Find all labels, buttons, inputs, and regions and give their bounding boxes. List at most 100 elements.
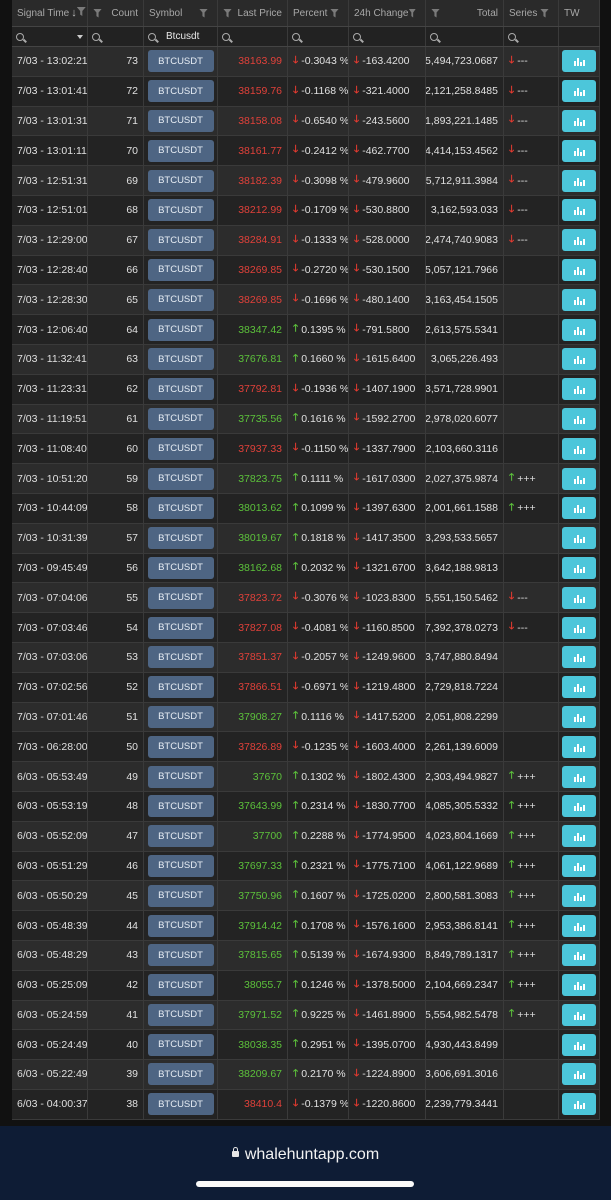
filter-icon[interactable] (76, 7, 86, 16)
filter-icon[interactable] (93, 8, 102, 18)
table-row[interactable]: 7/03 - 12:51:31 69 BTCUSDT 38182.39 🡓 -0.3098… (12, 166, 600, 196)
count-filter-input[interactable] (88, 27, 144, 46)
symbol-button[interactable]: BTCUSDT (147, 884, 214, 907)
series-filter-input[interactable] (504, 27, 559, 46)
table-row[interactable]: 7/03 - 10:31:39 57 BTCUSDT 38019.67 🡑 0.1818 … (12, 523, 600, 554)
symbol-button[interactable]: BTCUSDT (147, 437, 214, 460)
col-series[interactable]: Series (504, 0, 559, 26)
table-row[interactable]: 7/03 - 06:28:00 50 BTCUSDT 37826.89 🡓 -0.1235… (12, 732, 600, 763)
tw-chart-button[interactable] (562, 139, 596, 162)
tw-chart-button[interactable] (562, 974, 596, 997)
tw-chart-button[interactable] (562, 80, 596, 103)
symbol-button[interactable]: BTCUSDT (147, 586, 214, 609)
filter-icon[interactable] (223, 8, 232, 18)
symbol-button[interactable]: BTCUSDT (147, 169, 214, 192)
filter-icon[interactable] (408, 8, 416, 18)
table-row[interactable]: 7/03 - 07:03:46 54 BTCUSDT 37827.08 🡓 -0.4081… (12, 613, 600, 643)
table-row[interactable]: 6/03 - 05:50:29 45 BTCUSDT 37750.96 🡑 0.1607 … (12, 881, 600, 912)
symbol-button[interactable]: BTCUSDT (147, 795, 214, 818)
symbol-button[interactable]: BTCUSDT (147, 646, 214, 669)
address-url[interactable]: whalehuntapp.com (0, 1146, 611, 1164)
tw-chart-button[interactable] (562, 258, 596, 281)
symbol-button[interactable]: BTCUSDT (147, 407, 214, 430)
tw-chart-button[interactable] (562, 348, 596, 371)
symbol-button[interactable]: BTCUSDT (147, 378, 214, 401)
symbol-button[interactable]: BTCUSDT (147, 556, 214, 579)
symbol-button[interactable]: BTCUSDT (147, 676, 214, 699)
tw-chart-button[interactable] (562, 109, 596, 132)
tw-chart-button[interactable] (562, 735, 596, 758)
tw-chart-button[interactable] (562, 1063, 596, 1086)
symbol-button[interactable]: BTCUSDT (147, 705, 214, 728)
filter-icon[interactable] (330, 8, 339, 18)
col-signal-time[interactable]: Signal Time ↓ (12, 0, 88, 26)
filter-icon[interactable] (431, 8, 440, 18)
symbol-button[interactable]: BTCUSDT (147, 497, 214, 520)
symbol-button[interactable]: BTCUSDT (147, 109, 214, 132)
sort-down-icon[interactable]: ↓ (71, 7, 77, 19)
table-row[interactable]: 6/03 - 05:51:29 46 BTCUSDT 37697.33 🡑 0.2321 … (12, 851, 600, 882)
symbol-button[interactable]: BTCUSDT (147, 318, 214, 341)
symbol-filter-input[interactable]: Btcusdt (144, 27, 218, 46)
col-total[interactable]: Total (426, 0, 504, 26)
tw-chart-button[interactable] (562, 854, 596, 877)
filter-icon[interactable] (199, 8, 208, 18)
symbol-button[interactable]: BTCUSDT (147, 765, 214, 788)
table-row[interactable]: 7/03 - 12:28:40 66 BTCUSDT 38269.85 🡓 -0.2720… (12, 255, 600, 286)
tw-chart-button[interactable] (562, 705, 596, 728)
table-row[interactable]: 7/03 - 12:29:00 67 BTCUSDT 38284.91 🡓 -0.1333… (12, 225, 600, 256)
tw-chart-button[interactable] (562, 646, 596, 669)
table-row[interactable]: 7/03 - 12:28:30 65 BTCUSDT 38269.85 🡓 -0.1696… (12, 285, 600, 316)
tw-chart-button[interactable] (562, 318, 596, 341)
symbol-button[interactable]: BTCUSDT (147, 616, 214, 639)
table-row[interactable]: 7/03 - 07:01:46 51 BTCUSDT 37908.27 🡑 0.1116 … (12, 702, 600, 733)
tw-chart-button[interactable] (562, 288, 596, 311)
tw-chart-button[interactable] (562, 437, 596, 460)
table-row[interactable]: 7/03 - 10:44:09 58 BTCUSDT 38013.62 🡑 0.1099 … (12, 493, 600, 524)
total-filter-input[interactable] (426, 27, 504, 46)
symbol-button[interactable]: BTCUSDT (147, 1063, 214, 1086)
col-24h-change[interactable]: 24h Change (349, 0, 426, 26)
symbol-button[interactable]: BTCUSDT (147, 50, 214, 73)
col-last-price[interactable]: Last Price (218, 0, 288, 26)
table-row[interactable]: 6/03 - 04:00:37 38 BTCUSDT 38410.4 🡓 -0.1379 … (12, 1089, 600, 1120)
change-filter-input[interactable] (349, 27, 426, 46)
symbol-button[interactable]: BTCUSDT (147, 527, 214, 550)
tw-chart-button[interactable] (562, 199, 596, 222)
table-row[interactable]: 7/03 - 13:02:21 73 BTCUSDT 38163.99 🡓 -0.3043… (12, 47, 600, 77)
col-count[interactable]: Count (88, 0, 144, 26)
tw-chart-button[interactable] (562, 825, 596, 848)
tw-chart-button[interactable] (562, 1003, 596, 1026)
tw-chart-button[interactable] (562, 586, 596, 609)
table-row[interactable]: 7/03 - 07:03:06 53 BTCUSDT 37851.37 🡓 -0.2057… (12, 642, 600, 673)
symbol-button[interactable]: BTCUSDT (147, 139, 214, 162)
symbol-button[interactable]: BTCUSDT (147, 944, 214, 967)
table-row[interactable]: 7/03 - 13:01:31 71 BTCUSDT 38158.08 🡓 -0.6540… (12, 106, 600, 137)
tw-chart-button[interactable] (562, 944, 596, 967)
table-row[interactable]: 6/03 - 05:53:49 49 BTCUSDT 37670 🡑 0.1302 % 🡓 -… (12, 762, 600, 792)
percent-filter-input[interactable] (288, 27, 349, 46)
symbol-button[interactable]: BTCUSDT (147, 735, 214, 758)
tw-chart-button[interactable] (562, 556, 596, 579)
tw-chart-button[interactable] (562, 1093, 596, 1116)
col-percent[interactable]: Percent (288, 0, 349, 26)
symbol-button[interactable]: BTCUSDT (147, 914, 214, 937)
price-filter-input[interactable] (218, 27, 288, 46)
signal-time-filter-select[interactable] (12, 27, 88, 46)
tw-chart-button[interactable] (562, 765, 596, 788)
symbol-button[interactable]: BTCUSDT (147, 80, 214, 103)
table-row[interactable]: 6/03 - 05:25:09 42 BTCUSDT 38055.7 🡑 0.1246 %… (12, 970, 600, 1001)
tw-chart-button[interactable] (562, 884, 596, 907)
table-row[interactable]: 6/03 - 05:24:59 41 BTCUSDT 37971.52 🡑 0.9225 … (12, 1000, 600, 1031)
table-row[interactable]: 7/03 - 12:06:40 64 BTCUSDT 38347.42 🡑 0.1395 … (12, 315, 600, 345)
table-row[interactable]: 6/03 - 05:22:49 39 BTCUSDT 38209.67 🡑 0.2170 … (12, 1060, 600, 1090)
symbol-button[interactable]: BTCUSDT (147, 825, 214, 848)
table-row[interactable]: 7/03 - 12:51:01 68 BTCUSDT 38212.99 🡓 -0.1709… (12, 195, 600, 226)
symbol-button[interactable]: BTCUSDT (147, 974, 214, 997)
table-row[interactable]: 7/03 - 11:08:40 60 BTCUSDT 37937.33 🡓 -0.1150… (12, 434, 600, 465)
symbol-button[interactable]: BTCUSDT (147, 1033, 214, 1056)
table-row[interactable]: 6/03 - 05:52:09 47 BTCUSDT 37700 🡑 0.2288 % 🡓 -… (12, 821, 600, 852)
tw-chart-button[interactable] (562, 50, 596, 73)
symbol-button[interactable]: BTCUSDT (147, 288, 214, 311)
table-row[interactable]: 7/03 - 13:01:41 72 BTCUSDT 38159.76 🡓 -0.1168… (12, 76, 600, 107)
